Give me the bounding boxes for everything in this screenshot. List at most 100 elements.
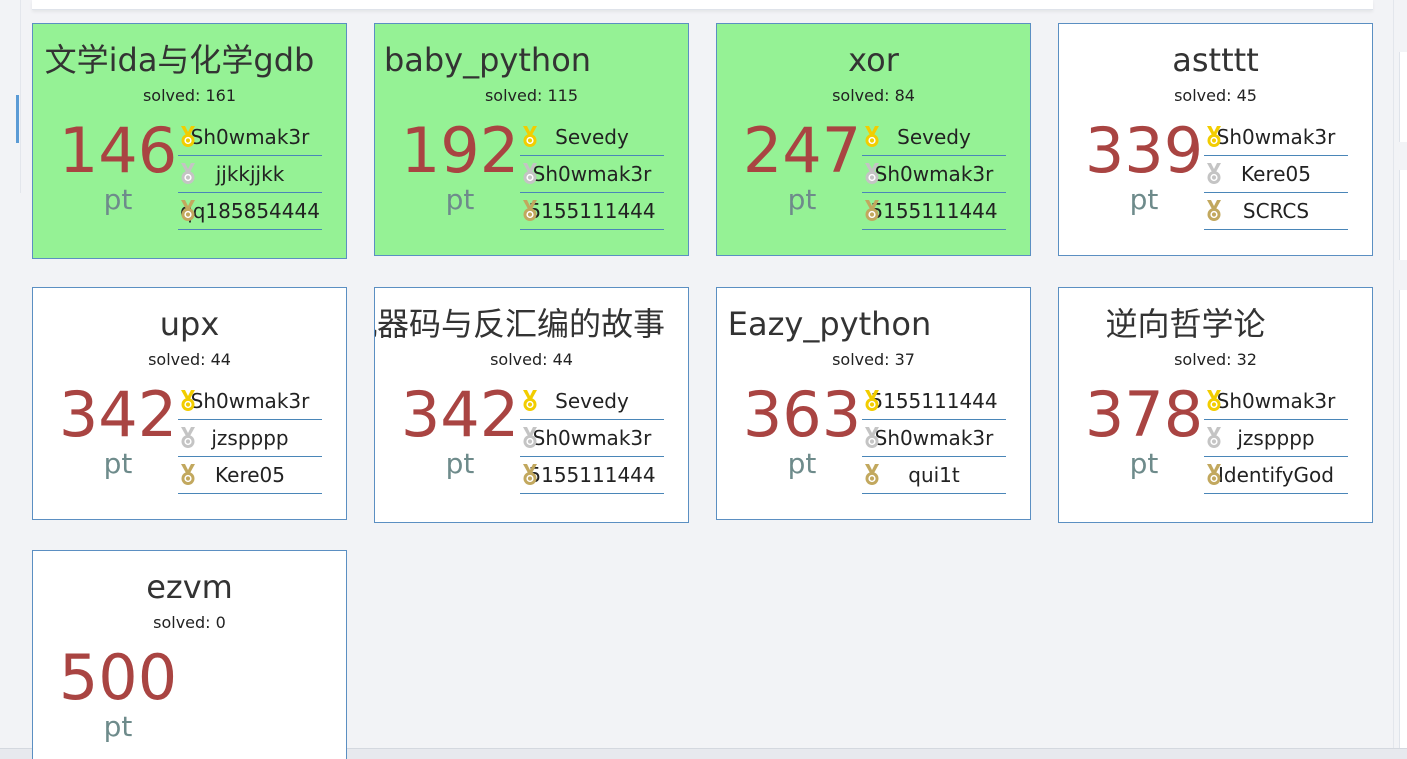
challenge-points: 339 (1084, 114, 1204, 187)
bronze-medal-icon (178, 200, 198, 222)
challenge-card[interactable]: ezvm solved: 0 500 pt (32, 550, 347, 759)
solver-row: Sh0wmak3r (520, 156, 664, 193)
top-solvers-list: Sevedy Sh0wmak3r 5155111444 (520, 383, 664, 494)
solver-name[interactable]: Sh0wmak3r (1204, 125, 1348, 149)
solver-name[interactable]: IdentifyGod (1204, 463, 1348, 487)
solver-row: Sevedy (520, 119, 664, 156)
solver-name[interactable]: jzspppp (1204, 426, 1348, 450)
challenge-card[interactable]: Eazy_python solved: 37 363 pt 5155111444 Sh0w… (716, 287, 1031, 520)
gold-medal-icon (178, 390, 198, 412)
right-panel-border (1393, 0, 1394, 759)
gold-medal-icon (520, 390, 540, 412)
solver-row: Sh0wmak3r (1204, 119, 1348, 156)
solver-name[interactable]: 5155111444 (862, 199, 1006, 223)
solver-name[interactable]: Sevedy (520, 389, 664, 413)
bronze-medal-icon (520, 200, 540, 222)
challenge-title: ezvm (146, 568, 233, 606)
points-unit: pt (787, 183, 817, 216)
challenge-card[interactable]: 机器码与反汇编的故事 solved: 44 342 pt Sevedy Sh0wmak3r… (374, 287, 689, 523)
bronze-medal-icon (862, 464, 882, 486)
points-unit: pt (103, 183, 133, 216)
solver-name[interactable]: Sh0wmak3r (1204, 389, 1348, 413)
gold-medal-icon (1204, 126, 1224, 148)
solver-name[interactable]: jzspppp (178, 426, 322, 450)
solver-name[interactable]: Kere05 (1204, 162, 1348, 186)
bronze-medal-icon (1204, 464, 1224, 486)
solved-count: solved: 161 (142, 86, 237, 105)
top-card-edge (32, 0, 1373, 10)
challenge-title: baby_python (383, 41, 592, 79)
solver-name[interactable]: Kere05 (178, 463, 322, 487)
challenge-points: 342 (58, 378, 178, 451)
challenge-title: 机器码与反汇编的故事 (374, 305, 666, 343)
solver-row: jjkkjjkk (178, 156, 322, 193)
solver-row: Sevedy (862, 119, 1006, 156)
points-unit: pt (1129, 447, 1159, 480)
top-solvers-list: Sh0wmak3r jjkkjjkk qq185854444 (178, 119, 322, 230)
silver-medal-icon (520, 427, 540, 449)
silver-medal-icon (178, 163, 198, 185)
solver-name[interactable]: 5155111444 (520, 199, 664, 223)
solved-count: solved: 37 (832, 350, 915, 369)
solver-name[interactable]: 5155111444 (862, 389, 1006, 413)
solved-count: solved: 44 (148, 350, 231, 369)
challenge-card[interactable]: 文学ida与化学gdb solved: 161 146 pt Sh0wmak3r jjkk… (32, 23, 347, 259)
top-solvers-list: Sh0wmak3r jzspppp IdentifyGod (1204, 383, 1348, 494)
bronze-medal-icon (178, 464, 198, 486)
points-unit: pt (103, 447, 133, 480)
solver-row: Sh0wmak3r (862, 420, 1006, 457)
challenge-card[interactable]: xor solved: 84 247 pt Sevedy Sh0wmak3r 5155111… (716, 23, 1031, 256)
challenge-title: 文学ida与化学gdb (44, 41, 315, 79)
right-edge-panel (1399, 170, 1407, 260)
gold-medal-icon (862, 126, 882, 148)
solver-row: Sevedy (520, 383, 664, 420)
solver-name[interactable]: Sh0wmak3r (862, 426, 1006, 450)
solver-name[interactable]: Sevedy (520, 125, 664, 149)
solver-name[interactable]: 5155111444 (520, 463, 664, 487)
top-solvers-list: 5155111444 Sh0wmak3r qui1t (862, 383, 1006, 494)
left-panel-border (20, 0, 21, 193)
solver-row: qq185854444 (178, 193, 322, 230)
solver-name[interactable]: Sh0wmak3r (178, 389, 322, 413)
solver-name[interactable]: Sevedy (862, 125, 1006, 149)
solver-name[interactable]: Sh0wmak3r (520, 426, 664, 450)
solver-name[interactable]: Sh0wmak3r (862, 162, 1006, 186)
challenge-card[interactable]: 逆向哲学论 solved: 32 378 pt Sh0wmak3r jzspppp Iden… (1058, 287, 1373, 523)
challenge-card[interactable]: upx solved: 44 342 pt Sh0wmak3r jzspppp Kere05 (32, 287, 347, 520)
challenge-title: xor (848, 41, 899, 79)
solver-name[interactable]: qui1t (862, 463, 1006, 487)
solver-row: Sh0wmak3r (520, 420, 664, 457)
challenge-points: 192 (400, 114, 520, 187)
solver-row: Sh0wmak3r (178, 383, 322, 420)
top-solvers-list: Sh0wmak3r jzspppp Kere05 (178, 383, 322, 494)
challenge-card[interactable]: astttt solved: 45 339 pt Sh0wmak3r Kere05 SCRC… (1058, 23, 1373, 256)
solver-name[interactable]: jjkkjjkk (178, 162, 322, 186)
solver-row: Sh0wmak3r (178, 119, 322, 156)
challenge-title: upx (159, 305, 220, 343)
top-solvers-list: Sh0wmak3r Kere05 SCRCS (1204, 119, 1348, 230)
solver-name[interactable]: qq185854444 (178, 199, 322, 223)
solved-count: solved: 32 (1174, 350, 1257, 369)
points-unit: pt (1129, 183, 1159, 216)
points-unit: pt (445, 183, 475, 216)
solved-count: solved: 115 (484, 86, 579, 105)
silver-medal-icon (178, 427, 198, 449)
bronze-medal-icon (862, 200, 882, 222)
solver-name[interactable]: SCRCS (1204, 199, 1348, 223)
challenge-title: Eazy_python (727, 305, 932, 343)
solver-row: jzspppp (1204, 420, 1348, 457)
solver-row: Kere05 (178, 457, 322, 494)
challenge-title: 逆向哲学论 (1105, 305, 1266, 343)
challenge-card[interactable]: baby_python solved: 115 192 pt Sevedy Sh0wmak… (374, 23, 689, 256)
challenge-points: 247 (742, 114, 862, 187)
solver-name[interactable]: Sh0wmak3r (520, 162, 664, 186)
solver-row: IdentifyGod (1204, 457, 1348, 494)
challenge-points: 342 (400, 378, 520, 451)
solved-count: solved: 45 (1174, 86, 1257, 105)
bronze-medal-icon (1204, 200, 1224, 222)
silver-medal-icon (862, 427, 882, 449)
solver-name[interactable]: Sh0wmak3r (178, 125, 322, 149)
silver-medal-icon (1204, 163, 1224, 185)
challenge-points: 363 (742, 378, 862, 451)
silver-medal-icon (862, 163, 882, 185)
